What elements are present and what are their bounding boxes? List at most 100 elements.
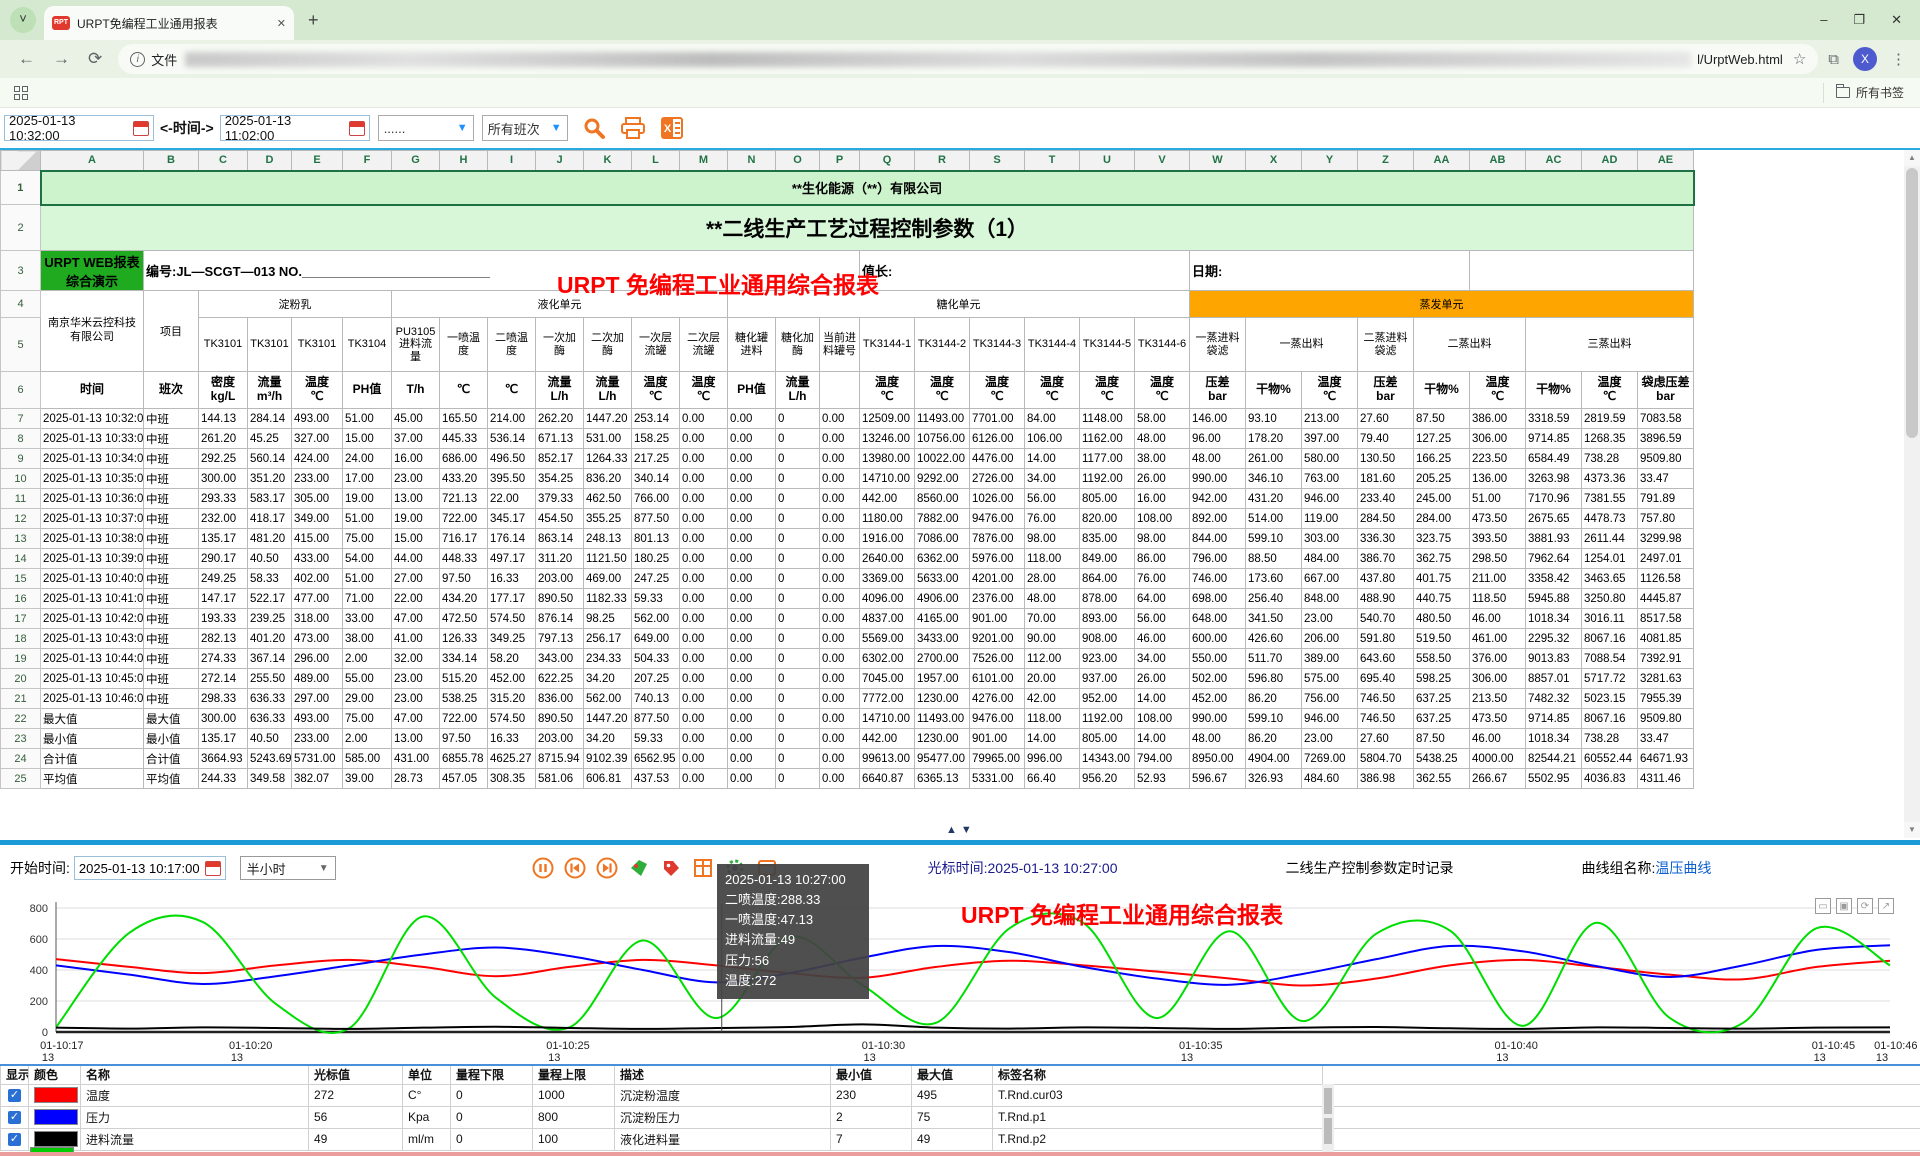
cell[interactable]: 2025-01-13 10:32:00 bbox=[41, 409, 144, 429]
cell[interactable]: 415.00 bbox=[292, 529, 343, 549]
cell[interactable]: 0.00 bbox=[820, 469, 860, 489]
cell[interactable]: 二喷温度 bbox=[488, 318, 536, 372]
cell[interactable]: TK3101 bbox=[292, 318, 343, 372]
cell[interactable]: 1182.33 bbox=[584, 589, 632, 609]
cell[interactable]: 0.00 bbox=[820, 569, 860, 589]
cell[interactable]: 4837.00 bbox=[860, 609, 915, 629]
cell[interactable]: 0.00 bbox=[820, 649, 860, 669]
cell[interactable]: 0 bbox=[776, 529, 820, 549]
cell[interactable]: 流量 L/h bbox=[584, 372, 632, 409]
row-header[interactable]: 6 bbox=[1, 372, 41, 409]
company-name[interactable]: 南京华米云控科技有限公司 bbox=[41, 291, 144, 372]
cell[interactable]: 178.20 bbox=[1246, 429, 1302, 449]
legend-row[interactable]: ✓进料流量49ml/m0100液化进料量749T.Rnd.p2 bbox=[1, 1128, 1920, 1150]
cell[interactable]: 431.20 bbox=[1246, 489, 1302, 509]
cell[interactable]: 26.00 bbox=[1135, 669, 1190, 689]
cell[interactable]: 1447.20 bbox=[584, 409, 632, 429]
cell[interactable]: 2025-01-13 10:36:00 bbox=[41, 489, 144, 509]
cell[interactable]: 11493.00 bbox=[915, 709, 970, 729]
cell[interactable]: 8517.58 bbox=[1638, 609, 1694, 629]
cell[interactable]: 7170.96 bbox=[1526, 489, 1582, 509]
cell[interactable]: 176.14 bbox=[488, 529, 536, 549]
cell[interactable]: 1026.00 bbox=[970, 489, 1025, 509]
cell[interactable]: 班次 bbox=[144, 372, 199, 409]
cell[interactable]: 7045.00 bbox=[860, 669, 915, 689]
cell[interactable]: 温度 ℃ bbox=[1470, 372, 1526, 409]
cell[interactable]: 3250.80 bbox=[1582, 589, 1638, 609]
cell[interactable]: 213.50 bbox=[1470, 689, 1526, 709]
cell[interactable]: 44.00 bbox=[392, 549, 440, 569]
cell[interactable]: 9509.80 bbox=[1638, 449, 1694, 469]
cell[interactable]: 7381.55 bbox=[1582, 489, 1638, 509]
column-header[interactable]: T bbox=[1025, 151, 1080, 171]
curve-color-swatch[interactable] bbox=[34, 1131, 78, 1147]
cell[interactable]: 0.00 bbox=[680, 669, 728, 689]
cell[interactable]: 0.00 bbox=[680, 709, 728, 729]
cell[interactable]: 349.00 bbox=[292, 509, 343, 529]
cell[interactable]: 249.25 bbox=[199, 569, 248, 589]
cell[interactable]: 5023.15 bbox=[1582, 689, 1638, 709]
cell[interactable]: 284.50 bbox=[1358, 509, 1414, 529]
cell[interactable]: 433.00 bbox=[292, 549, 343, 569]
cell[interactable]: 7086.00 bbox=[915, 529, 970, 549]
cell[interactable]: 中班 bbox=[144, 509, 199, 529]
cell[interactable]: 0.00 bbox=[680, 569, 728, 589]
cell[interactable]: 64671.93 bbox=[1638, 749, 1694, 769]
cell[interactable]: 3318.59 bbox=[1526, 409, 1582, 429]
cell[interactable]: 766.00 bbox=[632, 489, 680, 509]
cell[interactable]: 15.00 bbox=[392, 529, 440, 549]
row-header[interactable]: 22 bbox=[1, 709, 41, 729]
cell[interactable]: 中班 bbox=[144, 549, 199, 569]
zoom-box-icon[interactable]: ▭ bbox=[1815, 898, 1831, 914]
interval-select[interactable]: 半小时▼ bbox=[240, 856, 336, 880]
cell[interactable]: 0 bbox=[776, 649, 820, 669]
cell[interactable]: 108.00 bbox=[1135, 709, 1190, 729]
refresh-icon[interactable]: ⟳ bbox=[1857, 898, 1873, 914]
cell[interactable]: 1230.00 bbox=[915, 729, 970, 749]
step-back-button[interactable] bbox=[564, 857, 586, 879]
cell[interactable]: ℃ bbox=[440, 372, 488, 409]
cell[interactable]: 0.00 bbox=[820, 489, 860, 509]
tab-close-icon[interactable]: ✕ bbox=[277, 17, 286, 30]
cell[interactable]: 193.33 bbox=[199, 609, 248, 629]
cell[interactable]: 10022.00 bbox=[915, 449, 970, 469]
cell[interactable]: 6584.49 bbox=[1526, 449, 1582, 469]
cell[interactable]: 282.13 bbox=[199, 629, 248, 649]
cell[interactable]: 糖化加酶 bbox=[776, 318, 820, 372]
cell[interactable]: 217.25 bbox=[632, 449, 680, 469]
cell[interactable]: 864.00 bbox=[1080, 569, 1135, 589]
cell[interactable]: 90.00 bbox=[1025, 629, 1080, 649]
cell[interactable]: 液化单元 bbox=[392, 291, 728, 318]
cell[interactable]: 108.00 bbox=[1135, 509, 1190, 529]
cell[interactable]: 686.00 bbox=[440, 449, 488, 469]
cell[interactable]: 794.00 bbox=[1135, 749, 1190, 769]
cell[interactable]: 4476.00 bbox=[970, 449, 1025, 469]
cell[interactable]: 326.93 bbox=[1246, 769, 1302, 789]
cell[interactable]: 98.00 bbox=[1025, 529, 1080, 549]
cell[interactable]: 0 bbox=[776, 549, 820, 569]
cell[interactable]: 473.50 bbox=[1470, 509, 1526, 529]
cell[interactable]: 2025-01-13 10:33:00 bbox=[41, 429, 144, 449]
cell[interactable]: 574.50 bbox=[488, 609, 536, 629]
cell[interactable]: 3664.93 bbox=[199, 749, 248, 769]
cell[interactable]: 5976.00 bbox=[970, 549, 1025, 569]
cell[interactable]: 9013.83 bbox=[1526, 649, 1582, 669]
cell[interactable]: 127.25 bbox=[1414, 429, 1470, 449]
cell[interactable]: 27.60 bbox=[1358, 729, 1414, 749]
cell[interactable]: 382.07 bbox=[292, 769, 343, 789]
column-header[interactable]: H bbox=[440, 151, 488, 171]
cell[interactable]: 中班 bbox=[144, 609, 199, 629]
cell[interactable]: 0 bbox=[776, 509, 820, 529]
cell[interactable]: TK3104 bbox=[343, 318, 392, 372]
cell[interactable]: 738.28 bbox=[1582, 729, 1638, 749]
cell[interactable]: 温度 ℃ bbox=[1025, 372, 1080, 409]
cell[interactable]: 379.33 bbox=[536, 489, 584, 509]
row-header[interactable]: 8 bbox=[1, 429, 41, 449]
cell[interactable]: 38.00 bbox=[1135, 449, 1190, 469]
cell[interactable]: 0.00 bbox=[728, 629, 776, 649]
cell[interactable]: 5502.95 bbox=[1526, 769, 1582, 789]
cell[interactable]: 386.70 bbox=[1358, 549, 1414, 569]
cell[interactable]: 0.00 bbox=[820, 549, 860, 569]
cell[interactable]: 440.75 bbox=[1414, 589, 1470, 609]
cell[interactable]: 346.10 bbox=[1246, 469, 1302, 489]
